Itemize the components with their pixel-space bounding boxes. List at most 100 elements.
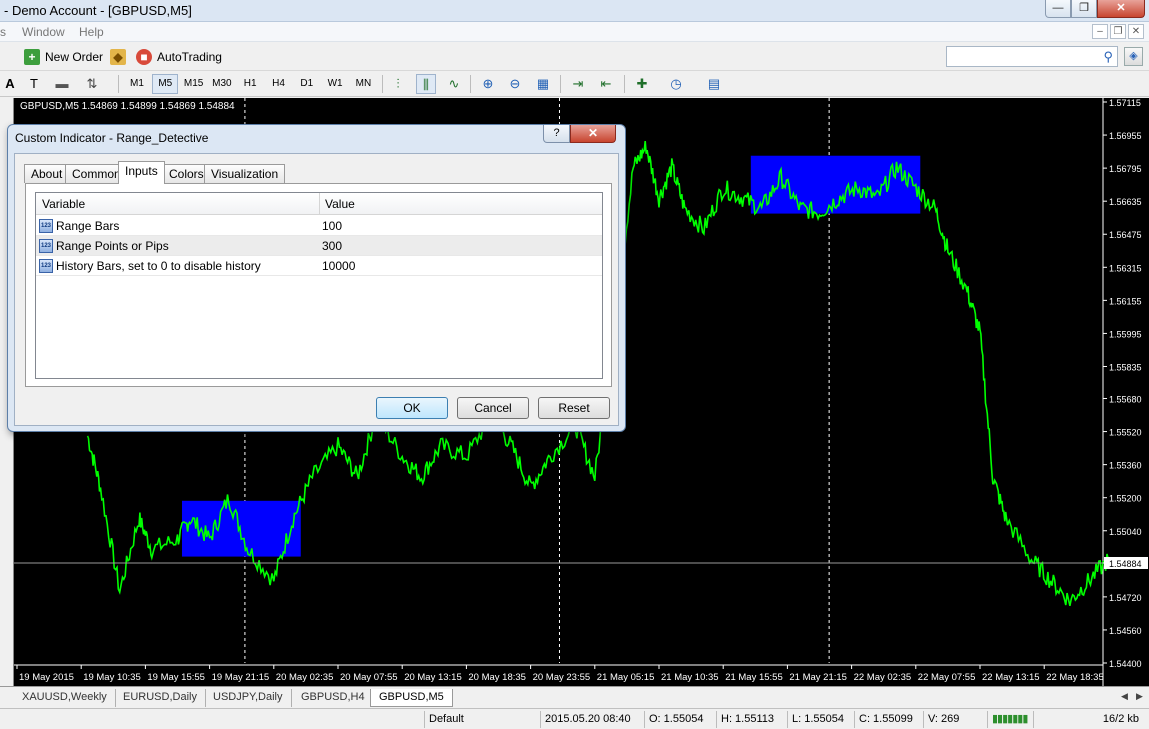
rectangle-icon[interactable]: ▬: [52, 74, 72, 94]
variable-value[interactable]: 300: [322, 239, 342, 253]
price-tick-label: 1.56955: [1109, 131, 1142, 141]
timeframe-w1-button[interactable]: W1: [322, 74, 348, 94]
price-tick-label: 1.55040: [1109, 527, 1142, 537]
templates-icon[interactable]: ▤: [704, 74, 724, 94]
autotrading-label: AutoTrading: [157, 50, 222, 64]
minimize-button[interactable]: —: [1045, 0, 1071, 18]
timeframe-h1-button[interactable]: H1: [237, 74, 263, 94]
price-tick-label: 1.55520: [1109, 428, 1142, 438]
status-low: L: 1.55054: [787, 711, 852, 728]
menu-item-help[interactable]: Help: [79, 25, 104, 39]
table-row[interactable]: 123 History Bars, set to 0 to disable hi…: [36, 256, 602, 276]
price-tick-label: 1.55835: [1109, 362, 1142, 372]
autoscroll-icon[interactable]: ⇥: [568, 74, 588, 94]
charts-toolbar: A T ▬ ⇅ ⫶ ⫼ ∿ ⊕ ⊖ ▦ ⇥ ⇤ ✚ ◷ ▤ M1 M5 M15 M30…: [0, 71, 1149, 97]
market-watch-button[interactable]: ◆: [106, 46, 130, 68]
chart-tab-active[interactable]: GBPUSD,M5: [370, 689, 453, 707]
search-input[interactable]: ⚲: [946, 46, 1118, 67]
dialog-close-button[interactable]: ✕: [570, 125, 616, 143]
price-tick-label: 1.55680: [1109, 395, 1142, 405]
tab-scroll-right-icon[interactable]: ▶: [1136, 691, 1143, 702]
status-profile[interactable]: Default: [424, 711, 538, 728]
tab-about[interactable]: About: [24, 164, 70, 183]
variable-value[interactable]: 10000: [322, 259, 355, 273]
dialog-help-button[interactable]: ?: [543, 125, 570, 143]
timeframe-m15-button[interactable]: M15: [181, 74, 207, 94]
timeframe-m1-button[interactable]: M1: [124, 74, 150, 94]
new-order-icon: +: [24, 49, 40, 65]
inputs-panel: Variable Value 123 Range Bars 100 123 Ra…: [25, 183, 612, 387]
restore-button[interactable]: ❐: [1071, 0, 1097, 18]
time-tick-label: 21 May 10:35: [661, 672, 719, 683]
integer-type-icon: 123: [39, 259, 53, 273]
tab-scroll-left-icon[interactable]: ◀: [1121, 691, 1128, 702]
timeframe-m30-button[interactable]: M30: [209, 74, 235, 94]
time-tick-label: 20 May 07:55: [340, 672, 398, 683]
price-tick-label: 1.55360: [1109, 461, 1142, 471]
integer-type-icon: 123: [39, 239, 53, 253]
variable-name: History Bars, set to 0 to disable histor…: [56, 259, 261, 273]
arrows-icon[interactable]: ⇅: [82, 74, 102, 94]
standard-toolbar: + New Order ◆ ■ AutoTrading ⚲ ◈: [0, 43, 1149, 71]
timeframe-h4-button[interactable]: H4: [266, 74, 292, 94]
toolbar-separator: [470, 75, 471, 93]
zoom-in-icon[interactable]: ⊕: [478, 74, 498, 94]
table-row[interactable]: 123 Range Bars 100: [36, 216, 602, 236]
autotrading-button[interactable]: ■ AutoTrading: [132, 46, 226, 68]
chart-tab[interactable]: EURUSD,Daily: [115, 689, 206, 707]
mdi-minimize-button[interactable]: –: [1092, 24, 1108, 39]
status-bar: Default 2015.05.20 08:40 O: 1.55054 H: 1…: [0, 708, 1149, 729]
text-tool-icon[interactable]: A: [0, 74, 20, 94]
search-icon: ⚲: [1103, 49, 1113, 64]
time-tick-label: 19 May 2015: [19, 672, 74, 683]
status-volume: V: 269: [923, 711, 985, 728]
periods-clock-icon[interactable]: ◷: [666, 74, 686, 94]
tab-visualization[interactable]: Visualization: [204, 164, 286, 183]
variable-name: Range Bars: [56, 219, 120, 233]
price-tick-label: 1.54720: [1109, 593, 1142, 603]
new-order-button[interactable]: + New Order: [20, 46, 107, 68]
indicators-icon[interactable]: ✚: [632, 74, 652, 94]
column-header-variable[interactable]: Variable: [42, 197, 85, 211]
cancel-button[interactable]: Cancel: [457, 397, 529, 419]
chart-tab[interactable]: XAUUSD,Weekly: [14, 689, 116, 707]
price-tick-label: 1.56155: [1109, 296, 1142, 306]
table-row[interactable]: 123 Range Points or Pips 300: [36, 236, 602, 256]
community-button[interactable]: ◈: [1124, 47, 1143, 66]
time-tick-label: 21 May 15:55: [725, 672, 783, 683]
connection-status[interactable]: ▮▮▮▮▮▮▮: [987, 711, 1031, 728]
toolbar-separator: [382, 75, 383, 93]
timeframe-mn-button[interactable]: MN: [350, 74, 376, 94]
time-tick-label: 22 May 07:55: [918, 672, 976, 683]
chart-shift-icon[interactable]: ⇤: [596, 74, 616, 94]
time-tick-label: 20 May 23:55: [533, 672, 591, 683]
mdi-restore-button[interactable]: ❐: [1110, 24, 1126, 39]
tile-windows-icon[interactable]: ▦: [533, 74, 553, 94]
tab-inputs[interactable]: Inputs: [118, 161, 165, 184]
variable-value[interactable]: 100: [322, 219, 342, 233]
community-icon: ◈: [1129, 50, 1138, 62]
timeframe-m5-button[interactable]: M5: [152, 74, 179, 94]
price-tick-label: 1.55200: [1109, 494, 1142, 504]
text-label-icon[interactable]: T: [24, 74, 44, 94]
column-separator[interactable]: [319, 193, 320, 215]
timeframe-d1-button[interactable]: D1: [294, 74, 320, 94]
menu-item-partial[interactable]: s: [0, 25, 6, 39]
close-button[interactable]: ✕: [1097, 0, 1145, 18]
ok-button[interactable]: OK: [376, 397, 448, 419]
line-chart-icon[interactable]: ∿: [444, 74, 464, 94]
candlestick-chart-icon[interactable]: ⫼: [416, 74, 436, 94]
mdi-close-button[interactable]: ✕: [1128, 24, 1144, 39]
reset-button[interactable]: Reset: [538, 397, 610, 419]
zoom-out-icon[interactable]: ⊖: [505, 74, 525, 94]
price-tick-label: 1.56475: [1109, 230, 1142, 240]
price-tick-label: 1.54400: [1109, 659, 1142, 669]
chart-tab[interactable]: USDJPY,Daily: [205, 689, 292, 707]
bar-chart-icon[interactable]: ⫶: [388, 74, 408, 94]
integer-type-icon: 123: [39, 219, 53, 233]
connection-bars-icon: ▮▮▮▮▮▮▮: [992, 713, 1028, 725]
table-header: Variable Value: [36, 193, 602, 215]
menu-item-window[interactable]: Window: [22, 25, 65, 39]
column-header-value[interactable]: Value: [325, 197, 355, 211]
chart-tab[interactable]: GBPUSD,H4: [293, 689, 374, 707]
